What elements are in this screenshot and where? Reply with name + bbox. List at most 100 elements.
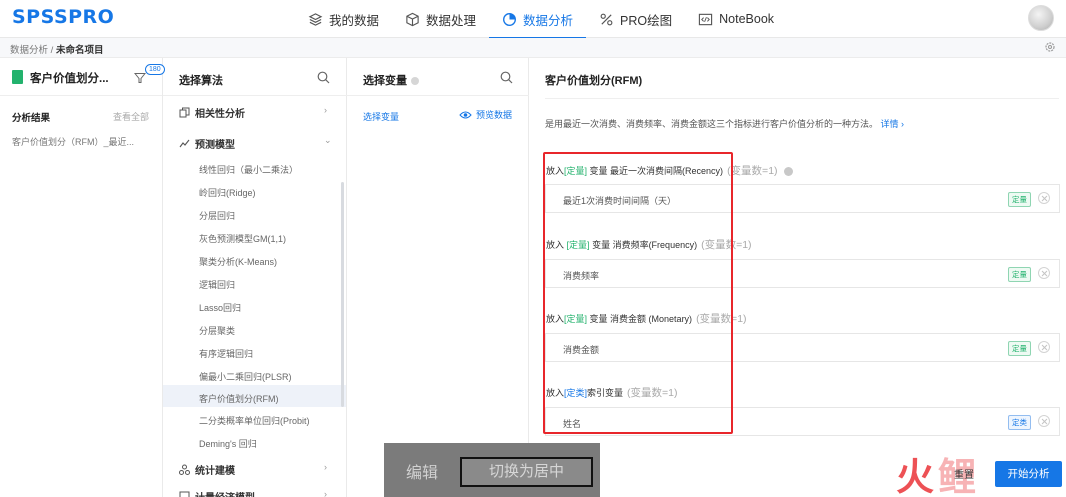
- variable-type-badge: 定量: [1008, 192, 1031, 207]
- algorithm-panel-title: 选择算法: [179, 75, 223, 87]
- remove-icon[interactable]: [1038, 192, 1050, 204]
- help-icon[interactable]: [411, 77, 419, 86]
- user-avatar[interactable]: [1028, 5, 1054, 31]
- chevron-right-icon: ›: [324, 462, 327, 472]
- variable-type-badge: 定量: [1008, 267, 1031, 282]
- variable-name: 姓名: [563, 419, 582, 429]
- project-title[interactable]: 客户价值划分...: [30, 70, 109, 86]
- algorithm-item[interactable]: 聚类分析(K-Means): [199, 255, 277, 268]
- chevron-right-icon: ›: [324, 105, 327, 115]
- drop-zone-label-monetary: 放入[定量] 变量 消费金额 (Monetary) (变量数=1): [546, 311, 747, 326]
- nav-notebook[interactable]: NoteBook: [685, 0, 787, 38]
- variable-count: (变量数=1): [627, 387, 678, 399]
- variable-type-badge: 定类: [1008, 415, 1031, 430]
- trend-icon: [179, 139, 190, 148]
- type-tag: [定量]: [566, 240, 590, 250]
- category-label: 计量经济模型: [195, 489, 255, 497]
- section-prefix: 放入: [546, 314, 565, 324]
- nav-my-data[interactable]: 我的数据: [295, 0, 392, 38]
- results-label: 分析结果: [12, 113, 51, 124]
- search-icon[interactable]: [500, 71, 513, 84]
- scrollbar[interactable]: [341, 182, 344, 407]
- filter-icon[interactable]: [134, 72, 146, 84]
- project-header: 客户价值划分... 180: [0, 58, 165, 96]
- algorithm-item[interactable]: 二分类概率单位回归(Probit): [199, 414, 310, 427]
- variable-type-badge: 定量: [1008, 341, 1031, 356]
- algorithm-item[interactable]: Lasso回归: [199, 301, 241, 314]
- category-stat-modeling[interactable]: 统计建模: [179, 462, 235, 477]
- nav-data-processing[interactable]: 数据处理: [392, 0, 489, 38]
- drop-zone-frequency[interactable]: 消费频率 定量: [545, 259, 1060, 288]
- algorithm-item[interactable]: 分层聚类: [199, 324, 235, 337]
- algorithm-item[interactable]: 有序逻辑回归: [199, 347, 253, 360]
- algorithm-item[interactable]: 灰色预测模型GM(1,1): [199, 232, 286, 245]
- nav-data-analysis[interactable]: 数据分析: [489, 0, 587, 39]
- drop-zone-monetary[interactable]: 消费金额 定量: [545, 333, 1060, 362]
- method-title: 客户价值划分(RFM): [545, 75, 643, 87]
- view-all-link[interactable]: 查看全部: [113, 110, 149, 123]
- nav-label: PRO绘图: [620, 13, 673, 28]
- editor-overlay-toolbar: 编辑 切换为居中: [384, 443, 600, 497]
- chevron-right-icon: ›: [324, 489, 327, 497]
- breadcrumb-separator: /: [48, 45, 56, 56]
- drop-zone-recency[interactable]: 最近1次消费时间间隔（天） 定量: [545, 184, 1060, 213]
- chart-icon: [179, 491, 190, 497]
- algorithm-item[interactable]: 分层回归: [199, 209, 235, 222]
- category-label: 预测模型: [195, 140, 235, 151]
- cube-icon: [406, 12, 419, 26]
- breadcrumb-parent[interactable]: 数据分析: [10, 45, 48, 56]
- nodes-icon: [179, 464, 190, 475]
- nav-label: NoteBook: [719, 12, 775, 26]
- drop-zone-index[interactable]: 姓名 定类: [545, 407, 1060, 436]
- nav-label: 数据处理: [426, 13, 477, 28]
- edit-button[interactable]: 编辑: [406, 459, 438, 483]
- copy-icon: [179, 107, 190, 118]
- algorithm-item[interactable]: 逻辑回归: [199, 278, 235, 291]
- nav-label: 数据分析: [523, 13, 574, 28]
- remove-icon[interactable]: [1038, 341, 1050, 353]
- type-tag: [定量]: [564, 314, 588, 324]
- preview-data-link[interactable]: 预览数据: [459, 108, 512, 121]
- type-tag: [定量]: [564, 166, 588, 176]
- gear-icon[interactable]: [1044, 41, 1056, 53]
- algorithm-panel: 选择算法 相关性分析 › 预测模型 ⌄ 线性回归（最小二乘法） 岭回归(Ridg…: [163, 58, 347, 497]
- result-item[interactable]: 客户价值划分（RFM）_最近...: [12, 135, 134, 148]
- category-label: 相关性分析: [195, 109, 245, 120]
- method-description: 是用最近一次消费、消费频率、消费金额这三个指标进行客户价值分析的一种方法。 详情…: [545, 117, 904, 130]
- pie-chart-icon: [503, 12, 516, 26]
- nav-pro-chart[interactable]: PRO绘图: [586, 0, 685, 38]
- category-prediction[interactable]: 预测模型: [179, 136, 235, 151]
- section-label: 变量 最近一次消费间隔(Recency): [589, 166, 724, 176]
- switch-center-button[interactable]: 切换为居中: [460, 457, 593, 487]
- reset-button[interactable]: 重置: [954, 466, 974, 481]
- algorithm-item[interactable]: Deming's 回归: [199, 437, 257, 450]
- top-navbar: SPSSPRO 我的数据 数据处理 数据分析 PRO绘图 NoteBook: [0, 0, 1066, 39]
- help-icon[interactable]: [783, 167, 793, 177]
- drop-zone-label-frequency: 放入 [定量] 变量 消费频率(Frequency) (变量数=1): [546, 237, 752, 252]
- drop-zone-label-index: 放入[定类]索引变量 (变量数=1): [546, 385, 678, 400]
- section-prefix: 放入: [546, 388, 565, 398]
- category-econometrics[interactable]: 计量经济模型: [179, 489, 255, 497]
- algorithm-item[interactable]: 岭回归(Ridge): [199, 186, 256, 199]
- section-label: 变量 消费频率(Frequency): [592, 240, 698, 250]
- breadcrumb-current: 未命名项目: [55, 45, 104, 56]
- app-logo[interactable]: SPSSPRO: [12, 6, 114, 28]
- algorithm-item[interactable]: 偏最小二乘回归(PLSR): [199, 370, 292, 383]
- category-correlation[interactable]: 相关性分析: [179, 105, 245, 120]
- search-icon[interactable]: [317, 71, 330, 84]
- select-variable-link[interactable]: 选择变量: [363, 110, 399, 123]
- start-analysis-button[interactable]: 开始分析: [995, 461, 1062, 487]
- count-badge: 180: [145, 64, 165, 75]
- code-icon: [698, 13, 713, 25]
- remove-icon[interactable]: [1038, 415, 1050, 427]
- variable-name: 消费金额: [563, 345, 600, 355]
- remove-icon[interactable]: [1038, 267, 1050, 279]
- variable-panel-header: 选择变量: [347, 58, 529, 96]
- detail-link[interactable]: 详情 ›: [881, 119, 905, 129]
- algorithm-item[interactable]: 线性回归（最小二乘法）: [199, 163, 298, 176]
- section-prefix: 放入: [546, 240, 565, 250]
- nav-label: 我的数据: [329, 13, 380, 28]
- drop-zone-label-recency: 放入[定量] 变量 最近一次消费间隔(Recency) (变量数=1): [546, 163, 793, 178]
- section-prefix: 放入: [546, 166, 565, 176]
- algorithm-item-selected[interactable]: 客户价值划分(RFM): [199, 392, 279, 405]
